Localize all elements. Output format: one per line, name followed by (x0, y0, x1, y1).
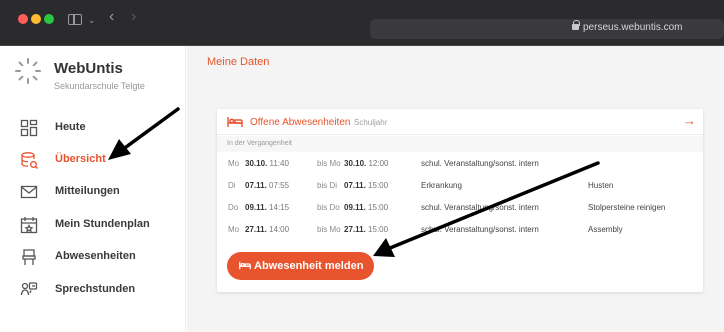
row-reason: schul. Veranstaltung/sonst. intern (421, 159, 539, 168)
row-start: 09.11. 14:15 (245, 203, 290, 212)
row-end: 07.11. 15:00 (344, 181, 389, 190)
table-row[interactable]: Mo 30.10. 11:40 bis Mo 30.10. 12:00 schu… (217, 153, 703, 175)
report-absence-button[interactable]: Abwesenheit melden (227, 252, 374, 280)
row-start: 27.11. 14:00 (245, 225, 290, 234)
minimize-window-button[interactable] (31, 14, 41, 24)
row-end: 30.10. 12:00 (344, 159, 389, 168)
sidebar-item-label: Heute (55, 121, 86, 133)
sidebar-toggle-icon[interactable] (68, 14, 82, 25)
row-note: Assembly (588, 225, 623, 234)
dashboard-icon (20, 119, 38, 137)
forward-arrow-icon[interactable]: › (131, 8, 136, 26)
sidebar-item-label: Übersicht (55, 153, 106, 165)
chair-icon (22, 249, 36, 265)
brand-name: WebUntis (54, 60, 123, 77)
school-name: Sekundarschule Telgte (54, 81, 145, 91)
back-arrow-icon[interactable]: ‹ (109, 8, 114, 26)
lock-icon (572, 20, 580, 30)
table-row[interactable]: Mo 27.11. 14:00 bis Mo 27.11. 15:00 schu… (217, 219, 703, 241)
page-title: Meine Daten (207, 56, 270, 68)
arrow-right-icon[interactable]: → (683, 113, 696, 128)
report-absence-label: Abwesenheit melden (254, 260, 364, 272)
sidebar-item-abwesenheiten[interactable]: Abwesenheiten (0, 243, 186, 271)
consultation-icon (20, 282, 38, 296)
bed-icon (239, 261, 251, 270)
table-row[interactable]: Di 07.11. 07:55 bis Di 07.11. 15:00 Erkr… (217, 175, 703, 197)
section-label: In der Vergangenheit (217, 136, 703, 152)
close-window-button[interactable] (18, 14, 28, 24)
sidebar-item-mitteilungen[interactable]: Mitteilungen (0, 178, 186, 206)
card-title: Offene Abwesenheiten (250, 117, 351, 128)
sidebar-item-label: Sprechstunden (55, 283, 136, 295)
row-end-day: bis Do (317, 203, 340, 212)
row-day-start: Di (228, 181, 236, 190)
row-end: 09.11. 15:00 (344, 203, 389, 212)
webuntis-logo-icon (15, 58, 41, 84)
bed-icon (227, 117, 243, 127)
sidebar-item-label: Mein Stundenplan (55, 218, 150, 230)
row-reason: Erkrankung (421, 181, 462, 190)
row-note: Husten (588, 181, 614, 190)
sidebar-item-label: Mitteilungen (55, 185, 120, 197)
overview-icon (21, 152, 38, 169)
row-end: 27.11. 15:00 (344, 225, 389, 234)
zoom-window-button[interactable] (44, 14, 54, 24)
row-end-day: bis Mo (317, 159, 341, 168)
sidebar-item-sprechstunden[interactable]: Sprechstunden (0, 276, 186, 304)
row-reason: schul. Veranstaltung/sonst. intern (421, 203, 539, 212)
sidebar-item-uebersicht[interactable]: Übersicht (0, 146, 186, 174)
row-end-day: bis Di (317, 181, 338, 190)
calendar-icon (20, 217, 38, 234)
card-subtitle: Schuljahr (354, 118, 388, 127)
sidebar-item-label: Abwesenheiten (55, 250, 136, 262)
open-absences-card: Offene Abwesenheiten Schuljahr → In der … (217, 109, 703, 292)
row-day-start: Do (228, 203, 239, 212)
chevron-down-icon[interactable]: ⌄ (88, 11, 96, 29)
address-bar-url[interactable]: perseus.webuntis.com (583, 22, 683, 33)
row-day-start: Mo (228, 225, 240, 234)
row-end-day: bis Mo (317, 225, 341, 234)
browser-toolbar: ⌄ ‹ › perseus.webuntis.com (0, 0, 724, 46)
row-day-start: Mo (228, 159, 240, 168)
main-content: Meine Daten Offene Abwesenheiten Schulja… (187, 46, 724, 332)
row-note: Stolpersteine reinigen (588, 203, 666, 212)
sidebar: WebUntis Sekundarschule Telgte Heute Übe… (0, 46, 186, 332)
row-start: 30.10. 11:40 (245, 159, 289, 168)
card-header[interactable]: Offene Abwesenheiten Schuljahr → (217, 109, 703, 135)
row-start: 07.11. 07:55 (245, 181, 290, 190)
table-row[interactable]: Do 09.11. 14:15 bis Do 09.11. 15:00 schu… (217, 197, 703, 219)
sidebar-item-stundenplan[interactable]: Mein Stundenplan (0, 211, 186, 239)
row-reason: schul. Veranstaltung/sonst. intern (421, 225, 539, 234)
sidebar-item-heute[interactable]: Heute (0, 114, 186, 142)
mail-icon (20, 185, 38, 199)
